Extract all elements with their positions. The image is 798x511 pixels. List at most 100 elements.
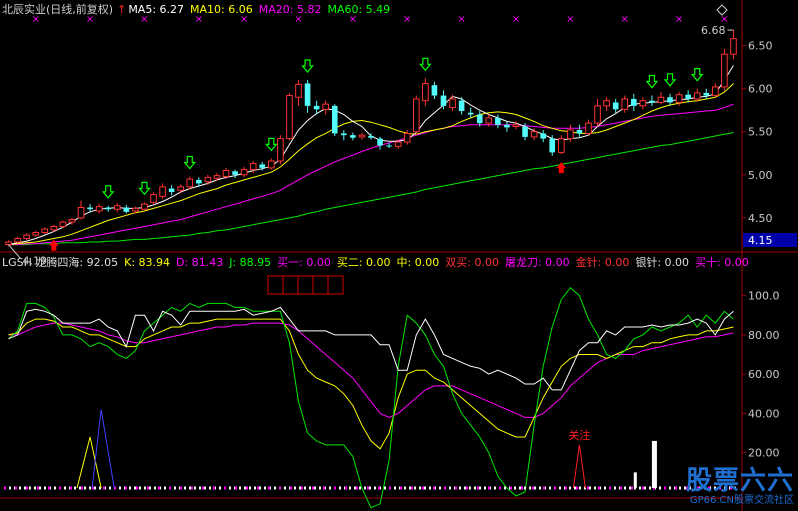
candle-body-up (730, 38, 737, 55)
ma20-line (8, 103, 734, 246)
indicator-k-line (8, 318, 734, 450)
blue-spike (91, 409, 115, 489)
candle-body-up (712, 86, 719, 97)
candle-body-down (549, 138, 556, 153)
signal-box (267, 275, 284, 295)
maishi-label: 买十: 0.00 (695, 256, 749, 269)
d-label: D: 81.43 (176, 256, 224, 269)
candle-body-down (123, 207, 130, 212)
candle-body-down (350, 135, 356, 138)
watermark-subtitle: GP66.CN股票交流社区 (689, 495, 794, 506)
candle-body-up (449, 98, 456, 109)
price-legend: 北辰实业(日线,前复权) ↑ MA5: 6.27 MA10: 6.06 MA20: 5.… (2, 3, 396, 17)
zhong-label: 中: 0.00 (396, 256, 440, 269)
watermark: 股票六六 GP66.CN股票交流社区 (686, 467, 794, 507)
candle-body-up (32, 231, 40, 236)
signal-box (282, 275, 299, 295)
candle-body-up (23, 234, 30, 240)
candle-body-down (667, 97, 673, 103)
white-signal-bar (651, 440, 657, 488)
attention-label: 关注 (568, 428, 590, 442)
candle-body-up (394, 141, 402, 147)
yinzhen-label: 银针: 0.00 (635, 256, 690, 269)
candle-body-up (594, 105, 601, 124)
candle-body-up (422, 82, 429, 102)
magenta-marker-icon: × (512, 14, 520, 25)
candle-body-up (240, 169, 248, 176)
candle-body-down (304, 83, 311, 106)
candle-body-up (141, 203, 148, 210)
indicator-tick-label: 80.00 (748, 329, 780, 342)
candle-body-up (657, 96, 665, 103)
ma60-line (8, 132, 734, 246)
indicator-j-line (8, 286, 734, 509)
candle-body-up (358, 134, 366, 138)
candle-body-down (368, 136, 374, 138)
green-buy-arrow-icon (301, 59, 314, 73)
candle-body-down (522, 126, 528, 137)
green-buy-arrow-icon (690, 68, 704, 82)
candle-body-down (168, 188, 175, 193)
white-signal-bar (633, 472, 637, 488)
candle-body-down (612, 102, 619, 110)
candle-body-down (540, 133, 546, 139)
magenta-marker-icon: × (675, 14, 683, 25)
candle-body-down (232, 171, 238, 175)
candle-body-up (603, 100, 610, 107)
signal-box (297, 275, 314, 295)
candle-body-up (177, 186, 185, 191)
lgsh-label: LGSH 龙腾四海: 92.05 (2, 256, 119, 269)
green-buy-arrow-icon (183, 155, 197, 170)
candle-body-down (630, 98, 637, 106)
candle-body-down (105, 207, 112, 210)
stock-title: 北辰实业(日线,前复权) (2, 3, 114, 16)
green-buy-arrow-icon (663, 73, 677, 87)
candle-body-down (386, 145, 392, 147)
candle-body-up (77, 207, 85, 219)
candle-body-down (313, 105, 320, 110)
candle-body-up (585, 122, 592, 134)
candle-body-down (495, 117, 501, 125)
candle-body-down (504, 124, 510, 128)
candle-body-down (649, 100, 655, 103)
candle-body-up (277, 138, 284, 162)
ma20-label: MA20: 5.82 (258, 3, 322, 16)
high-price-annotation: 6.68 (701, 24, 726, 37)
indicator-d-line (8, 322, 734, 418)
price-tick-label: 5.00 (748, 169, 773, 182)
candle-body-up (222, 169, 230, 178)
indicator-lgsh-line (8, 306, 734, 391)
candle-body-down (458, 100, 465, 112)
candle-body-up (5, 241, 12, 246)
ma5-label: MA5: 6.27 (128, 3, 185, 16)
indicator-tick-label: 20.00 (748, 447, 780, 460)
candle-body-up (567, 129, 574, 140)
candle-body-up (59, 221, 67, 227)
candle-body-up (150, 194, 157, 203)
jinzhen-label: 金针: 0.00 (575, 256, 630, 269)
candle-body-down (87, 207, 93, 210)
indicator-legend: LGSH 龙腾四海: 92.05 K: 83.94 D: 81.43 J: 88.95… (2, 256, 755, 270)
price-tick-label: 5.50 (748, 126, 773, 139)
candle-body-down (440, 95, 447, 106)
red-up-icon: ↑ (117, 3, 127, 16)
magenta-marker-icon: × (457, 14, 465, 25)
candle-body-up (639, 100, 647, 107)
tulongdao-label: 屠龙刀: 0.00 (504, 256, 570, 269)
candle-body-up (186, 178, 194, 188)
buy1-label: 买一: 0.00 (277, 256, 331, 269)
candle-body-up (693, 92, 701, 100)
green-buy-arrow-icon (101, 185, 115, 199)
buy2-label: 买二: 0.00 (336, 256, 391, 269)
candle-body-up (512, 124, 520, 128)
candle-body-down (431, 85, 438, 96)
magenta-marker-icon: × (403, 14, 411, 25)
magenta-marker-icon: × (566, 14, 574, 25)
candle-body-down (467, 112, 474, 115)
candle-body-up (286, 95, 293, 140)
price-tick-label: 6.00 (748, 83, 773, 96)
green-buy-arrow-icon (419, 57, 432, 72)
candle-body-down (331, 105, 338, 134)
ma60-label: MA60: 5.49 (327, 3, 391, 16)
candle-body-up (295, 83, 302, 98)
